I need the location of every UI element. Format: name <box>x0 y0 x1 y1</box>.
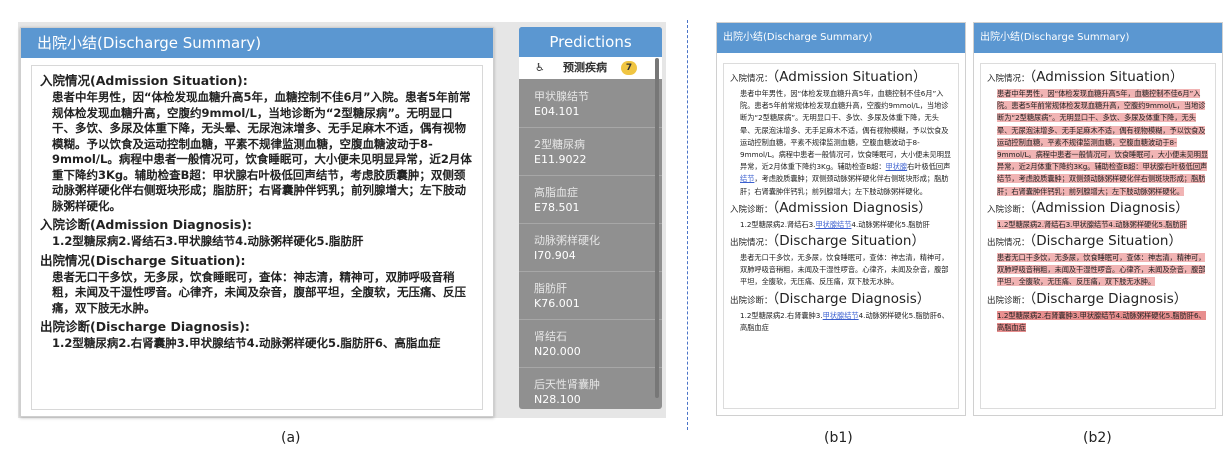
admission-text-part: ，考虑胶质囊肿；双侧颈动脉粥样硬化伴右侧斑块形成；脂肪肝；右肾囊肿伴钙乳；前列腺… <box>740 174 949 196</box>
prediction-name: 2型糖尿病 <box>534 138 585 151</box>
prediction-code: E11.9022 <box>534 153 587 166</box>
diagnosis-text-part: 4.动脉粥样硬化5.脂肪肝 <box>851 219 930 229</box>
admission-label: 入院情况： <box>987 74 1030 84</box>
predictions-scrollbar[interactable] <box>655 58 659 398</box>
admission-situation-text: 患者中年男性，因“体检发现血糖升高5年，血糖控制不佳6月”入院。患者5年前常规体… <box>52 90 472 213</box>
highlighted-text: 1.2型糖尿病2.肾结石3.甲状腺结节4.动脉粥样硬化5.脂肪肝 <box>997 219 1187 229</box>
prediction-name: 后天性肾囊肿 <box>534 378 600 391</box>
prediction-code: N28.100 <box>534 393 581 406</box>
predicted-disease-tab[interactable]: ♿ 预测疾病 7 <box>519 57 662 79</box>
discharge-diagnosis-heading-b2: 出院诊断：（Discharge Diagnosis） <box>987 291 1209 310</box>
discharge-summary-body-b1[interactable]: 入院情况：（Admission Situation） 患者中年男性，因“体检发现… <box>723 63 959 409</box>
highlighted-text: 患者无口干多饮，无多尿，饮食睡眠可，查体：神志清，精神可，双肺呼吸音稍粗，未闻及… <box>997 253 1206 287</box>
prediction-name: 脂肪肝 <box>534 282 567 295</box>
prediction-code: K76.001 <box>534 297 580 310</box>
predictions-title: Predictions <box>519 27 662 57</box>
discharge-situation-label: 出院情况： <box>730 238 773 249</box>
admission-situation-text-b1: 患者中年男性，因“体检发现血糖升高5年，血糖控制不佳6月”入院。患者5年前常规体… <box>740 88 952 198</box>
discharge-summary-title-b1: 出院小结(Discharge Summary) <box>717 23 965 53</box>
entity-link[interactable]: 甲状腺结节 <box>823 311 859 320</box>
predicted-disease-label: 预测疾病 <box>563 61 607 74</box>
prediction-name: 肾结石 <box>534 330 567 343</box>
admission-text-part: 右叶极低回声 <box>907 162 951 172</box>
discharge-situation-text: 患者无口干多饮，无多尿，饮食睡眠可，查体：神志清，精神可，双肺呼吸音稍粗，未闻及… <box>52 269 466 315</box>
admission-situation-heading: 入院情况(Admission Situation): <box>40 73 248 88</box>
admission-situation-heading-b2: 入院情况：（Admission Situation） <box>987 69 1209 88</box>
prediction-name: 甲状腺结节 <box>534 90 589 103</box>
entity-link[interactable]: 甲状腺 <box>886 162 908 171</box>
prediction-code: E04.101 <box>534 105 580 118</box>
discharge-summary-title: 出院小结(Discharge Summary) <box>21 28 493 58</box>
discharge-situation-text-b2: 患者无口干多饮，无多尿，饮食睡眠可，查体：神志清，精神可，双肺呼吸音稍粗，未闻及… <box>997 252 1209 289</box>
discharge-summary-card-b1: 出院小结(Discharge Summary) 入院情况：（Admission … <box>716 22 966 416</box>
entity-link[interactable]: 结节 <box>740 174 754 183</box>
admission-label: 入院情况： <box>730 74 773 84</box>
discharge-diagnosis-heading-b1: 出院诊断：（Discharge Diagnosis） <box>730 291 952 310</box>
discharge-diagnosis-text: 1.2型糖尿病2.右肾囊肿3.甲状腺结节4.动脉粥样硬化5.脂肪肝6、高脂血症 <box>52 336 441 350</box>
discharge-diagnosis-text-b1: 1.2型糖尿病2.右肾囊肿3.甲状腺结节4.动脉粥样硬化5.脂肪肝6、高脂血症 <box>740 310 952 334</box>
highlighted-text: 1.2型糖尿病2.右肾囊肿3.甲状腺结节4.动脉粥样硬化5.脂肪肝6、高脂血症 <box>997 310 1206 332</box>
admission-diagnosis-text: 1.2型糖尿病2.肾结石3.甲状腺结节4.动脉粥样硬化5.脂肪肝 <box>52 234 364 248</box>
discharge-situation-heading-b2: 出院情况：（Discharge Situation） <box>987 233 1209 252</box>
highlighted-text: 患者中年男性，因“体检发现血糖升高5年，血糖控制不佳6月”入院。患者5年前常规体… <box>997 89 1209 196</box>
diagnosis-text-part: 1.2型糖尿病2.肾结石3. <box>740 219 816 229</box>
prediction-item[interactable]: 动脉粥样硬化 I70.904 <box>519 224 662 272</box>
discharge-diagnosis-label: 出院诊断： <box>987 295 1030 306</box>
discharge-situation-label-en: （Discharge Situation） <box>772 233 925 250</box>
admission-label-en: （Admission Situation） <box>772 69 927 85</box>
admission-diagnosis-text-b1: 1.2型糖尿病2.肾结石3.甲状腺结节4.动脉粥样硬化5.脂肪肝 <box>740 219 952 231</box>
discharge-diagnosis-heading: 出院诊断(Discharge Diagnosis): <box>40 319 250 334</box>
admission-diagnosis-text-b2: 1.2型糖尿病2.肾结石3.甲状腺结节4.动脉粥样硬化5.脂肪肝 <box>997 219 1209 231</box>
prediction-code: N20.000 <box>534 345 581 358</box>
discharge-situation-heading: 出院情况(Discharge Situation): <box>40 252 246 268</box>
admission-diagnosis-heading: 入院诊断(Admission Diagnosis): <box>40 217 253 232</box>
prediction-item[interactable]: 脂肪肝 K76.001 <box>519 272 662 320</box>
admission-diagnosis-label: 入院诊断： <box>730 204 773 215</box>
prediction-name: 高脂血症 <box>534 186 578 199</box>
discharge-situation-label: 出院情况： <box>987 238 1030 249</box>
admission-diagnosis-heading-b1: 入院诊断：（Admission Diagnosis） <box>730 200 952 219</box>
discharge-diagnosis-text-b2: 1.2型糖尿病2.右肾囊肿3.甲状腺结节4.动脉粥样硬化5.脂肪肝6、高脂血症 <box>997 310 1209 334</box>
prediction-item[interactable]: 后天性肾囊肿 N28.100 <box>519 368 662 409</box>
admission-label-en: （Admission Situation） <box>1029 69 1184 85</box>
discharge-diagnosis-label: 出院诊断： <box>730 295 773 306</box>
prediction-item[interactable]: 甲状腺结节 E04.101 <box>519 80 662 128</box>
prediction-code: I70.904 <box>534 249 576 262</box>
admission-situation-heading-b1: 入院情况：（Admission Situation） <box>730 69 952 88</box>
admission-diagnosis-heading-b2: 入院诊断：（Admission Diagnosis） <box>987 200 1209 219</box>
caption-b2: (b2) <box>1083 430 1112 446</box>
discharge-summary-body[interactable]: 入院情况(Admission Situation): 患者中年男性，因“体检发现… <box>31 65 483 410</box>
admission-text-part: 患者中年男性，因“体检发现血糖升高5年，血糖控制不佳6月”入院。患者5年前常规体… <box>740 89 952 172</box>
discharge-diagnosis-label-en: （Discharge Diagnosis） <box>1029 290 1188 307</box>
discharge-summary-body-b2[interactable]: 入院情况：（Admission Situation） 患者中年男性，因“体检发现… <box>980 63 1216 409</box>
prediction-item[interactable]: 高脂血症 E78.501 <box>519 176 662 224</box>
prediction-name: 动脉粥样硬化 <box>534 234 600 247</box>
diagnosis-text-part: 1.2型糖尿病2.右肾囊肿3. <box>740 310 823 320</box>
prediction-count-badge: 7 <box>621 61 637 75</box>
admission-situation-text-b2: 患者中年男性，因“体检发现血糖升高5年，血糖控制不佳6月”入院。患者5年前常规体… <box>997 88 1209 198</box>
prediction-code: E78.501 <box>534 201 580 214</box>
prediction-item[interactable]: 肾结石 N20.000 <box>519 320 662 368</box>
caption-b1: (b1) <box>824 430 853 446</box>
discharge-situation-label-en: （Discharge Situation） <box>1029 233 1182 250</box>
prediction-item[interactable]: 2型糖尿病 E11.9022 <box>519 128 662 176</box>
discharge-situation-heading-b1: 出院情况：（Discharge Situation） <box>730 233 952 252</box>
entity-link[interactable]: 甲状腺结节 <box>815 220 851 229</box>
discharge-diagnosis-label-en: （Discharge Diagnosis） <box>772 290 931 307</box>
admission-diagnosis-label-en: （Admission Diagnosis） <box>1029 199 1189 216</box>
admission-diagnosis-label-en: （Admission Diagnosis） <box>772 199 932 216</box>
discharge-summary-card: 出院小结(Discharge Summary) 入院情况(Admission S… <box>20 27 494 417</box>
wheelchair-icon: ♿ <box>535 61 545 74</box>
discharge-situation-text-b1: 患者无口干多饮，无多尿，饮食睡眠可，查体：神志清，精神可，双肺呼吸音稍粗，未闻及… <box>740 253 949 287</box>
predictions-panel: Predictions ♿ 预测疾病 7 甲状腺结节 E04.101 2型糖尿病… <box>519 27 662 409</box>
discharge-summary-card-b2: 出院小结(Discharge Summary) 入院情况：（Admission … <box>973 22 1223 416</box>
admission-diagnosis-label: 入院诊断： <box>987 204 1030 215</box>
panel-divider <box>687 20 688 430</box>
discharge-summary-title-b2: 出院小结(Discharge Summary) <box>974 23 1222 53</box>
caption-a: (a) <box>281 430 301 446</box>
